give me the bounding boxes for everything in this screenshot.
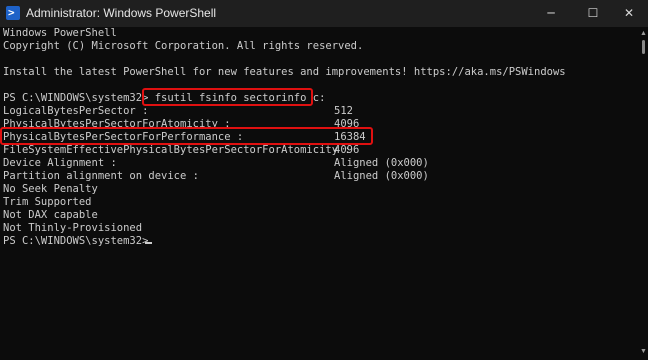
maximize-button[interactable]: ☐ bbox=[574, 0, 612, 27]
terminal-area[interactable]: Windows PowerShell Copyright (C) Microso… bbox=[0, 27, 638, 360]
final-prompt: PS C:\WINDOWS\system32> bbox=[3, 235, 149, 247]
close-button[interactable]: ✕ bbox=[610, 0, 648, 27]
output-value: 4096 bbox=[334, 144, 360, 156]
output-label: LogicalBytesPerSector : bbox=[3, 105, 149, 117]
minimize-button[interactable]: ─ bbox=[532, 0, 570, 27]
output-label: Partition alignment on device : bbox=[3, 170, 199, 182]
title-bar: > Administrator: Windows PowerShell ─ ☐ … bbox=[0, 0, 648, 27]
scrollbar-thumb[interactable] bbox=[642, 40, 645, 54]
output-value: Aligned (0x000) bbox=[334, 157, 429, 169]
output-label: No Seek Penalty bbox=[3, 183, 98, 195]
powershell-icon: > bbox=[6, 6, 20, 20]
output-label: Trim Supported bbox=[3, 196, 92, 208]
window-title: Administrator: Windows PowerShell bbox=[26, 6, 217, 20]
command-highlight-box bbox=[142, 88, 313, 106]
banner-line: Install the latest PowerShell for new fe… bbox=[3, 66, 566, 78]
output-value: 512 bbox=[334, 105, 353, 117]
powershell-icon-glyph: > bbox=[8, 6, 15, 19]
text-cursor bbox=[145, 242, 152, 244]
banner-line: Windows PowerShell bbox=[3, 27, 117, 39]
scroll-up-icon[interactable]: ▲ bbox=[640, 30, 647, 38]
scroll-down-icon[interactable]: ▼ bbox=[640, 348, 647, 356]
output-label: Device Alignment : bbox=[3, 157, 117, 169]
vertical-scrollbar[interactable] bbox=[638, 27, 648, 360]
output-value: Aligned (0x000) bbox=[334, 170, 429, 182]
prompt-text: PS C:\WINDOWS\system32> bbox=[3, 92, 155, 104]
output-label: FileSystemEffectivePhysicalBytesPerSecto… bbox=[3, 144, 351, 156]
output-label: Not DAX capable bbox=[3, 209, 98, 221]
performance-highlight-box bbox=[0, 127, 373, 145]
banner-line: Copyright (C) Microsoft Corporation. All… bbox=[3, 40, 364, 52]
output-label: Not Thinly-Provisioned bbox=[3, 222, 143, 234]
